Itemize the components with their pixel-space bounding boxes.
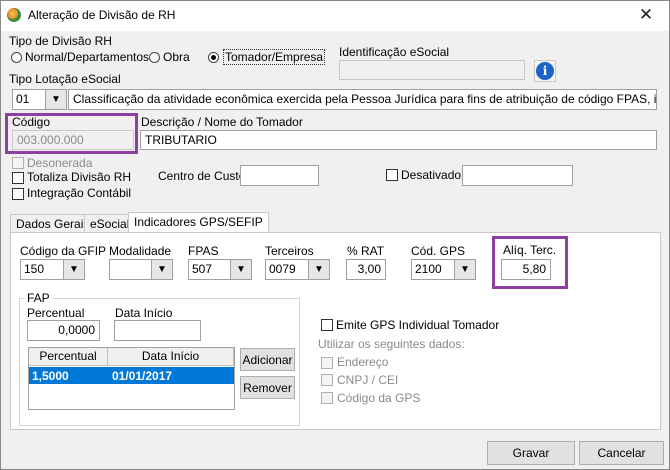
utilizar-label: Utilizar os seguintes dados: (318, 337, 465, 351)
terceiros-select[interactable]: 0079 ▼ (265, 259, 330, 280)
chevron-down-icon[interactable]: ▼ (454, 259, 476, 280)
row-percentual: 1,5000 (32, 369, 69, 383)
tab-dados-gerais[interactable]: Dados Gerais (10, 214, 96, 234)
grid-header-data-inicio[interactable]: Data Início (108, 348, 234, 366)
cod-gps-label: Cód. GPS (411, 244, 466, 258)
totaliza-checkbox[interactable] (12, 172, 24, 184)
cancelar-label: Cancelar (597, 446, 646, 460)
rat-label: % RAT (347, 244, 385, 258)
integracao-label[interactable]: Integração Contábil (27, 186, 131, 200)
esocial-id-field (339, 60, 525, 80)
fap-data-inicio-field[interactable] (114, 320, 201, 341)
fpas-select[interactable]: 507 ▼ (188, 259, 252, 280)
row-data-inicio: 01/01/2017 (112, 369, 173, 383)
adicionar-button[interactable]: Adicionar (240, 348, 295, 371)
codigo-gfip-label: Código da GFIP (20, 244, 107, 258)
emite-gps-checkbox[interactable] (321, 319, 333, 331)
fpas-value: 507 (188, 259, 231, 280)
desativado-field[interactable] (462, 165, 573, 186)
cod-gps-value: 2100 (411, 259, 455, 280)
gravar-label: Gravar (512, 446, 550, 460)
cnpj-label: CNPJ / CEI (337, 373, 399, 387)
fap-percentual-label: Percentual (27, 306, 85, 320)
codigo-highlight (5, 113, 138, 154)
tipo-divisao-legend: Tipo de Divisão RH (9, 34, 112, 48)
radio-tomador[interactable] (208, 52, 219, 63)
integracao-checkbox[interactable] (12, 188, 24, 200)
terceiros-value: 0079 (265, 259, 309, 280)
desativado-label[interactable]: Desativado (401, 168, 461, 182)
centro-custo-field[interactable] (240, 165, 319, 186)
fap-legend: FAP (25, 291, 52, 305)
codigo-gfip-select[interactable]: 150 ▼ (20, 259, 85, 280)
lotacao-code: 01 (12, 89, 46, 110)
endereco-checkbox (321, 357, 333, 369)
info-button[interactable]: i (534, 60, 556, 82)
codigo-gps-label: Código da GPS (337, 391, 421, 405)
lotacao-label: Tipo Lotação eSocial (9, 72, 121, 86)
grid-header-percentual[interactable]: Percentual (29, 348, 108, 366)
info-icon: i (536, 62, 554, 80)
dialog-window: Alteração de Divisão de RH ✕ Tipo de Div… (0, 0, 670, 470)
cancelar-button[interactable]: Cancelar (579, 441, 664, 465)
lotacao-description: Classificação da atividade econômica exe… (68, 89, 657, 110)
centro-custo-label: Centro de Custo (158, 169, 246, 183)
radio-tomador-label[interactable]: Tomador/Empresa (223, 49, 326, 65)
fap-data-inicio-label: Data Início (115, 306, 173, 320)
tab-indicadores-gps[interactable]: Indicadores GPS/SEFIP (128, 212, 269, 234)
chevron-down-icon[interactable]: ▼ (230, 259, 252, 280)
fap-percentual-field[interactable]: 0,0000 (27, 320, 100, 341)
radio-obra[interactable] (149, 52, 160, 63)
gravar-button[interactable]: Gravar (487, 441, 575, 465)
radio-normal[interactable] (11, 52, 22, 63)
chevron-down-icon[interactable]: ▼ (45, 89, 67, 110)
terceiros-label: Terceiros (265, 244, 314, 258)
app-logo-icon (7, 8, 21, 22)
chevron-down-icon[interactable]: ▼ (308, 259, 330, 280)
modalidade-value (109, 259, 152, 280)
chevron-down-icon[interactable]: ▼ (151, 259, 173, 280)
radio-obra-label[interactable]: Obra (163, 50, 190, 64)
endereco-label: Endereço (337, 355, 389, 369)
lotacao-select[interactable]: 01 ▼ (12, 89, 67, 110)
cod-gps-select[interactable]: 2100 ▼ (411, 259, 476, 280)
chevron-down-icon[interactable]: ▼ (63, 259, 85, 280)
fap-grid[interactable]: Percentual Data Início 1,5000 01/01/2017 (28, 347, 235, 410)
cnpj-checkbox (321, 374, 333, 386)
descricao-label: Descrição / Nome do Tomador (141, 115, 303, 129)
remover-button[interactable]: Remover (240, 376, 295, 399)
esocial-id-label: Identificação eSocial (339, 45, 450, 59)
close-icon[interactable]: ✕ (631, 3, 661, 27)
rat-field[interactable]: 3,00 (346, 259, 386, 280)
fpas-label: FPAS (188, 244, 219, 258)
title-bar: Alteração de Divisão de RH ✕ (1, 1, 669, 31)
descricao-field[interactable]: TRIBUTARIO (140, 130, 657, 150)
table-row[interactable]: 1,5000 01/01/2017 (29, 367, 234, 384)
desativado-checkbox[interactable] (386, 169, 398, 181)
desonerada-label: Desonerada (27, 156, 93, 170)
totaliza-label[interactable]: Totaliza Divisão RH (27, 170, 131, 184)
desonerada-checkbox (12, 157, 24, 169)
radio-normal-label[interactable]: Normal/Departamentos (25, 50, 149, 64)
codigo-gfip-value: 150 (20, 259, 64, 280)
modalidade-label: Modalidade (109, 244, 172, 258)
modalidade-select[interactable]: ▼ (109, 259, 173, 280)
codigo-gps-checkbox (321, 392, 333, 404)
window-title: Alteração de Divisão de RH (28, 8, 176, 22)
emite-gps-label[interactable]: Emite GPS Individual Tomador (336, 318, 499, 332)
aliq-terc-highlight (492, 236, 568, 289)
